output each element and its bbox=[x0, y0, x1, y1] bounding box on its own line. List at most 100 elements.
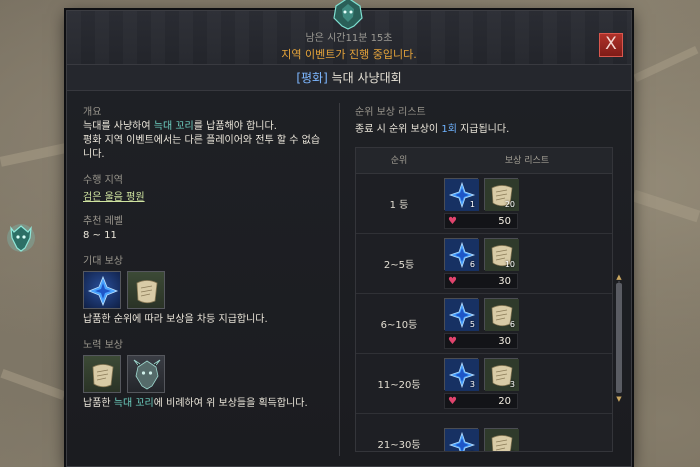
overview-text-part: 늑대를 사냥하여 bbox=[83, 121, 154, 132]
region-link[interactable]: 검은 울음 평원 bbox=[83, 188, 323, 203]
heart-icon: ♥ bbox=[448, 275, 457, 287]
item-quantity: 6 bbox=[469, 260, 475, 269]
reward-cell: 6 10 ♥ 30 bbox=[442, 238, 612, 289]
item-quantity: 20 bbox=[504, 200, 515, 209]
item-quantity: 10 bbox=[504, 260, 515, 269]
close-button[interactable]: X bbox=[599, 33, 623, 57]
scroll-down-icon[interactable]: ▼ bbox=[615, 395, 623, 403]
scroll-icon[interactable] bbox=[83, 355, 121, 393]
reward-icons: 6 10 bbox=[444, 238, 612, 271]
contribution-points: ♥ 30 bbox=[444, 333, 518, 349]
wolf-event-map-marker-icon[interactable] bbox=[6, 222, 36, 254]
ranking-desc-part: 지급됩니다. bbox=[456, 124, 510, 135]
item-quantity: 1 bbox=[469, 200, 475, 209]
reward-icons: 56 bbox=[444, 298, 612, 331]
map-road bbox=[631, 189, 700, 223]
map-road bbox=[633, 46, 699, 82]
rank-cell: 2~5등 bbox=[383, 260, 415, 271]
rank-cell: 6~10등 bbox=[380, 320, 418, 331]
region-label: 수행 지역 bbox=[83, 175, 123, 186]
table-row: 21~30등12 bbox=[356, 414, 612, 452]
points-value: 30 bbox=[498, 275, 511, 287]
table-row: 6~10등 5 6 ♥ 30 bbox=[356, 294, 612, 354]
points-value: 30 bbox=[498, 335, 511, 347]
overview-pvp-note: 평화 지역 이벤트에서는 다른 플레이어와 전투 할 수 없습니다. bbox=[83, 135, 321, 160]
event-status-message: 지역 이벤트가 진행 중입니다. bbox=[281, 48, 417, 61]
item-quantity: 1 bbox=[470, 450, 475, 452]
ranking-table[interactable]: 순위 보상 리스트 1 등 1 20 ♥ 50 2~5등 6 10 ♥ 30 6~10등 5 6 ♥ 30 1… bbox=[355, 147, 613, 452]
table-row: 1 등 1 20 ♥ 50 bbox=[356, 174, 612, 234]
blue-crystal-icon[interactable]: 3 bbox=[444, 358, 479, 391]
blue-crystal-icon[interactable]: 5 bbox=[444, 298, 479, 331]
scroll-icon[interactable]: 2 bbox=[484, 427, 519, 452]
item-quantity: 3 bbox=[509, 380, 515, 389]
blue-crystal-icon[interactable] bbox=[83, 271, 121, 309]
scroll-icon[interactable]: 20 bbox=[484, 178, 519, 211]
heart-icon: ♥ bbox=[448, 215, 457, 227]
table-row: 11~20등 3 3 ♥ 20 bbox=[356, 354, 612, 414]
map-road bbox=[0, 368, 66, 401]
reward-icons: 1 20 bbox=[444, 178, 612, 211]
overview-text: 늑대를 사냥하여 늑대 꼬리를 납품해야 합니다. 평화 지역 이벤트에서는 다… bbox=[83, 120, 323, 162]
event-name: 늑대 사냥대회 bbox=[331, 71, 402, 85]
event-title: [평화] 늑대 사냥대회 bbox=[67, 65, 631, 91]
ranking-description: 종료 시 순위 보상이 1회 지급됩니다. bbox=[355, 120, 623, 135]
contribution-points: ♥ 20 bbox=[444, 393, 518, 409]
scroll-icon[interactable]: 3 bbox=[484, 358, 519, 391]
ranking-label: 순위 보상 리스트 bbox=[355, 107, 426, 118]
column-divider bbox=[339, 103, 340, 456]
reward-cell: 1 20 ♥ 50 bbox=[442, 178, 612, 229]
reward-icons: 12 bbox=[444, 427, 612, 452]
blue-crystal-icon[interactable]: 6 bbox=[444, 238, 479, 271]
wolf-event-emblem-icon bbox=[333, 0, 363, 30]
map-road bbox=[0, 143, 67, 167]
reward-icons: 33 bbox=[444, 358, 612, 391]
rank-cell: 21~30등 bbox=[377, 440, 421, 451]
expected-reward-icons bbox=[83, 271, 323, 309]
scroll-icon[interactable]: 10 bbox=[484, 238, 519, 271]
table-row: 2~5등 6 10 ♥ 30 bbox=[356, 234, 612, 294]
contribution-points: ♥ 30 bbox=[444, 273, 518, 289]
heart-icon: ♥ bbox=[448, 335, 457, 347]
rank-cell: 1 등 bbox=[389, 200, 409, 211]
rank-cell: 11~20등 bbox=[377, 380, 421, 391]
expected-reward-label: 기대 보상 bbox=[83, 256, 123, 267]
col-rewards-header: 보상 리스트 bbox=[504, 156, 550, 166]
item-quantity: 3 bbox=[469, 380, 475, 389]
level-label: 추천 레벨 bbox=[83, 216, 123, 227]
col-rank-header: 순위 bbox=[390, 156, 408, 166]
blue-crystal-icon[interactable]: 1 bbox=[444, 178, 479, 211]
scroll-thumb[interactable] bbox=[616, 283, 622, 393]
effort-note-part: 에 비례하여 위 보상들을 획득합니다. bbox=[153, 398, 308, 409]
event-details-panel: 개요 늑대를 사냥하여 늑대 꼬리를 납품해야 합니다. 평화 지역 이벤트에서… bbox=[83, 103, 323, 411]
event-zone-tag: [평화] bbox=[296, 71, 328, 85]
reward-cell: 5 6 ♥ 30 bbox=[442, 298, 612, 349]
scroll-icon[interactable] bbox=[127, 271, 165, 309]
points-value: 50 bbox=[498, 215, 511, 227]
wolf-mask-icon[interactable] bbox=[127, 355, 165, 393]
heart-icon: ♥ bbox=[448, 395, 457, 407]
effort-reward-icons bbox=[83, 355, 323, 393]
item-quantity: 2 bbox=[510, 450, 515, 452]
effort-reward-note: 납품한 늑대 꼬리에 비례하여 위 보상들을 획득합니다. bbox=[83, 397, 323, 411]
reward-cell: 3 3 ♥ 20 bbox=[442, 358, 612, 409]
ranking-scrollbar[interactable]: ▲ ▼ bbox=[615, 273, 623, 403]
region-event-window: 남은 시간11분 15초 지역 이벤트가 진행 중입니다. X [평화] 늑대 … bbox=[66, 10, 632, 467]
effort-note-highlight: 늑대 꼬리 bbox=[113, 398, 154, 409]
expected-reward-note: 납품한 순위에 따라 보상을 차등 지급합니다. bbox=[83, 314, 268, 325]
overview-text-part: 를 납품해야 합니다. bbox=[193, 121, 277, 132]
scroll-icon[interactable]: 6 bbox=[484, 298, 519, 331]
scroll-up-icon[interactable]: ▲ bbox=[615, 273, 623, 281]
ranking-desc-part: 종료 시 순위 보상이 bbox=[355, 124, 442, 135]
points-value: 20 bbox=[498, 395, 511, 407]
recommended-level: 8 ~ 11 bbox=[83, 230, 117, 241]
blue-crystal-icon[interactable]: 1 bbox=[444, 427, 479, 452]
ranking-table-header: 순위 보상 리스트 bbox=[356, 148, 612, 174]
overview-label: 개요 bbox=[83, 107, 102, 118]
ranking-desc-count: 1회 bbox=[441, 124, 457, 135]
contribution-points: ♥ 50 bbox=[444, 213, 518, 229]
ranking-panel: 순위 보상 리스트 종료 시 순위 보상이 1회 지급됩니다. 순위 보상 리스… bbox=[355, 103, 623, 452]
effort-reward-label: 노력 보상 bbox=[83, 340, 123, 351]
item-quantity: 5 bbox=[469, 320, 475, 329]
overview-item-highlight: 늑대 꼬리 bbox=[153, 121, 194, 132]
